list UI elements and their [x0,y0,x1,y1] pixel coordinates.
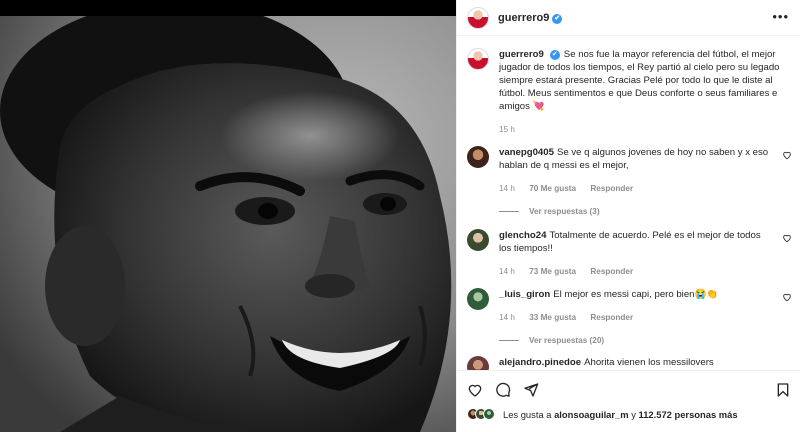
heart-icon[interactable] [782,150,792,160]
post-photo [0,0,456,432]
liker-username[interactable]: alonsoaguilar_m [554,409,629,420]
post-header: guerrero9 ✔ ••• [457,0,800,36]
action-bar [457,370,800,406]
verified-badge-icon: ✔ [552,13,563,24]
caption-avatar[interactable] [467,48,489,70]
heart-icon[interactable] [782,292,792,302]
reply-button[interactable]: Responder [590,267,633,276]
bookmark-icon[interactable] [775,382,791,398]
comment-username[interactable]: alejandro.pinedoe [499,357,581,368]
reply-button[interactable]: Responder [590,313,633,322]
comment-icon[interactable] [495,382,511,398]
caption: guerrero9 ✔ Se nos fue la mayor referencia… [467,48,792,136]
liker-avatars [467,408,495,420]
comment-time: 14 h [499,184,515,193]
more-options-icon[interactable]: ••• [772,10,789,23]
comment-time: 14 h [499,267,515,276]
heart-icon[interactable] [782,233,792,243]
liker-avatar [483,408,495,420]
author-username[interactable]: guerrero9 ✔ [498,12,563,24]
commenter-avatar[interactable] [467,229,489,251]
commenter-avatar[interactable] [467,288,489,310]
likes-prefix: Les gusta a [503,408,552,420]
comment: glencho24 Totalmente de acuerdo. Pelé es … [467,229,792,278]
view-replies-button[interactable]: Ver respuestas (3) [499,207,792,216]
comment: alejandro.pinedoe Ahorita vienen los mess… [467,356,792,378]
comment: vanepg0405 Se ve q algunos jovenes de hoy… [467,146,792,216]
send-icon[interactable] [523,382,539,398]
comment-text: El mejor es messi capi, pero bien😭👏 [553,289,719,300]
comment-text: Ahorita vienen los messilovers [584,357,714,368]
heart-icon[interactable] [467,382,483,398]
caption-username[interactable]: guerrero9 [499,49,544,60]
verified-badge-icon: ✔ [549,50,560,60]
comment-username[interactable]: vanepg0405 [499,147,554,158]
comment-likes[interactable]: 73 Me gusta [529,267,576,276]
portrait-photo [0,16,456,432]
comment-username[interactable]: _luis_giron [499,289,550,300]
comment: _luis_giron El mejor es messi capi, pero … [467,288,792,345]
post-side-panel: guerrero9 ✔ ••• guerrero9 ✔ Se nos fue la m… [456,0,800,432]
author-avatar[interactable] [467,6,489,29]
comment-likes[interactable]: 33 Me gusta [529,313,576,322]
likes-count[interactable]: 112.572 personas más [639,409,738,420]
commenter-avatar[interactable] [467,146,489,168]
view-replies-button[interactable]: Ver respuestas (20) [499,336,792,345]
likes-connector: y [631,408,636,420]
photo-top-bar [0,0,456,16]
reply-button[interactable]: Responder [590,184,633,193]
caption-time: 15 h [499,125,515,134]
comment-time: 14 h [499,313,515,322]
comment-username[interactable]: glencho24 [499,230,546,241]
comment-likes[interactable]: 70 Me gusta [529,184,576,193]
likes-summary: Les gusta a alonsoaguilar_m y 112.572 pe… [467,408,738,420]
